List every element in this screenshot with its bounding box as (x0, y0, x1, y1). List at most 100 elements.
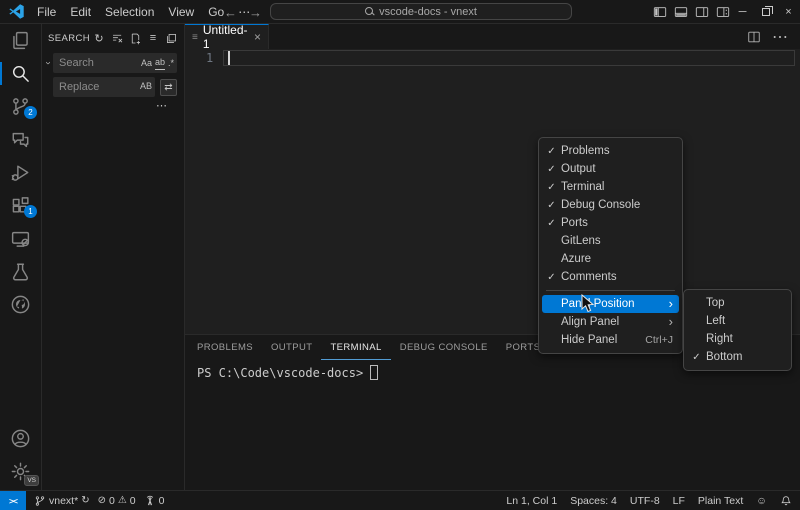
submenu-item-bottom[interactable]: ✓ Bottom (687, 348, 788, 366)
preserve-case-icon[interactable]: AB (140, 80, 152, 93)
problems-status[interactable]: ⊘ 0 ⚠ 0 (98, 495, 136, 507)
minimize-button[interactable]: ─ (731, 0, 754, 24)
customize-layout-icon[interactable] (716, 5, 730, 19)
indentation-status[interactable]: Spaces: 4 (570, 495, 617, 507)
encoding-status[interactable]: UTF-8 (630, 495, 660, 507)
activity-search[interactable] (0, 57, 41, 90)
menu-item-panel-position[interactable]: Panel Position › (542, 295, 679, 313)
files-icon (10, 30, 31, 51)
check-icon: ✓ (542, 182, 561, 193)
menu-item-debug-console[interactable]: ✓ Debug Console (542, 196, 679, 214)
toggle-secondary-sidebar-icon[interactable] (695, 5, 709, 19)
git-branch-icon (34, 495, 46, 507)
menu-item-align-panel[interactable]: Align Panel › (542, 313, 679, 331)
panel-tab-terminal[interactable]: TERMINAL (321, 335, 390, 360)
nav-forward-icon[interactable]: → (249, 5, 262, 20)
panel-tab-output[interactable]: OUTPUT (262, 335, 321, 360)
terminal-prompt: PS C:\Code\vscode-docs> (197, 366, 363, 380)
eol-status[interactable]: LF (673, 495, 685, 507)
activity-accounts[interactable] (0, 422, 41, 455)
terminal-cursor (370, 365, 378, 380)
close-window-button[interactable]: × (777, 0, 800, 24)
language-mode-status[interactable]: Plain Text (698, 495, 743, 507)
cursor-position-status[interactable]: Ln 1, Col 1 (506, 495, 557, 507)
menu-item-problems[interactable]: ✓ Problems (542, 142, 679, 160)
replace-all-button[interactable]: ⇄ (160, 79, 177, 96)
activity-run-debug[interactable] (0, 156, 41, 189)
activity-extensions[interactable]: 1 (0, 189, 41, 222)
toggle-sidebar-icon[interactable] (653, 5, 667, 19)
menu-item-gitlens[interactable]: GitLens (542, 232, 679, 250)
submenu-item-top[interactable]: Top (687, 294, 788, 312)
expand-all-icon[interactable]: ≡ (145, 30, 161, 46)
current-line-highlight (223, 50, 795, 66)
remote-explorer-icon (10, 228, 31, 249)
activity-github[interactable] (0, 288, 41, 321)
search-details-toggle[interactable]: ⋯ (53, 97, 177, 112)
refresh-icon[interactable]: ↻ (91, 30, 107, 46)
warning-count: 0 (130, 495, 136, 507)
activity-remote-explorer[interactable] (0, 222, 41, 255)
close-tab-icon[interactable]: × (254, 30, 261, 44)
menu-shortcut: Ctrl+J (645, 334, 673, 346)
activity-source-control[interactable]: 2 (0, 90, 41, 123)
editor-more-actions-icon[interactable]: ⋯ (772, 27, 788, 47)
chevron-down-icon: › (44, 61, 52, 64)
menu-item-terminal[interactable]: ✓ Terminal (542, 178, 679, 196)
menu-file[interactable]: File (30, 1, 63, 23)
menu-view[interactable]: View (161, 1, 201, 23)
open-in-editor-icon[interactable] (163, 30, 179, 46)
run-and-debug-icon (10, 162, 31, 183)
ports-count: 0 (159, 495, 165, 507)
activity-testing[interactable] (0, 255, 41, 288)
vscode-logo-icon (9, 4, 24, 19)
nav-back-icon[interactable]: ← (224, 5, 237, 20)
tab-label: Untitled-1 (203, 23, 254, 51)
check-icon: ✓ (542, 200, 561, 211)
remote-indicator[interactable]: >< (0, 491, 26, 510)
source-control-badge: 2 (24, 106, 37, 119)
panel-position-submenu: Top Left Right ✓ Bottom (683, 289, 792, 371)
mouse-cursor (581, 294, 595, 314)
menu-item-ports[interactable]: ✓ Ports (542, 214, 679, 232)
tab-untitled-1[interactable]: ≡ Untitled-1 × (185, 24, 269, 49)
activity-explorer[interactable] (0, 24, 41, 57)
menu-item-output[interactable]: ✓ Output (542, 160, 679, 178)
activity-bar: 2 1 VS (0, 24, 42, 490)
match-whole-word-icon[interactable]: ab (155, 56, 165, 70)
activity-chat[interactable] (0, 123, 41, 156)
toggle-panel-icon[interactable] (674, 5, 688, 19)
restore-button[interactable] (754, 0, 777, 24)
clear-search-results-icon[interactable] (109, 30, 125, 46)
match-case-icon[interactable]: Aa (141, 57, 152, 70)
regex-icon[interactable]: .* (168, 57, 174, 70)
terminal[interactable]: PS C:\Code\vscode-docs> (197, 365, 378, 380)
activity-settings[interactable]: VS (0, 455, 41, 488)
toggle-replace-button[interactable]: › (42, 53, 53, 112)
check-icon: ✓ (542, 146, 561, 157)
beaker-icon (10, 261, 31, 282)
menu-item-comments[interactable]: ✓ Comments (542, 268, 679, 286)
check-icon: ✓ (542, 218, 561, 229)
search-sidebar: SEARCH ↻ ≡ › (42, 24, 185, 490)
split-editor-icon[interactable] (747, 30, 761, 44)
branch-status[interactable]: vnext* ↻ (34, 495, 90, 507)
feedback-icon[interactable]: ☺ (756, 495, 767, 507)
tab-bar: ≡ Untitled-1 × ⋯ (185, 24, 800, 49)
settings-vs-badge: VS (24, 475, 39, 486)
submenu-item-left[interactable]: Left (687, 312, 788, 330)
menu-selection[interactable]: Selection (98, 1, 161, 23)
error-count: 0 (109, 495, 115, 507)
ports-status[interactable]: 0 (144, 495, 165, 507)
menu-edit[interactable]: Edit (63, 1, 98, 23)
panel-tab-problems[interactable]: PROBLEMS (188, 335, 262, 360)
menu-item-azure[interactable]: Azure (542, 250, 679, 268)
menu-item-hide-panel[interactable]: Hide Panel Ctrl+J (542, 331, 679, 349)
panel-tab-debug-console[interactable]: DEBUG CONSOLE (391, 335, 497, 360)
submenu-item-right[interactable]: Right (687, 330, 788, 348)
notifications-bell-icon[interactable] (780, 495, 792, 507)
file-icon: ≡ (192, 32, 198, 43)
check-icon: ✓ (687, 352, 706, 363)
command-center-search[interactable]: vscode-docs - vnext (270, 3, 572, 20)
new-search-editor-icon[interactable] (127, 30, 143, 46)
